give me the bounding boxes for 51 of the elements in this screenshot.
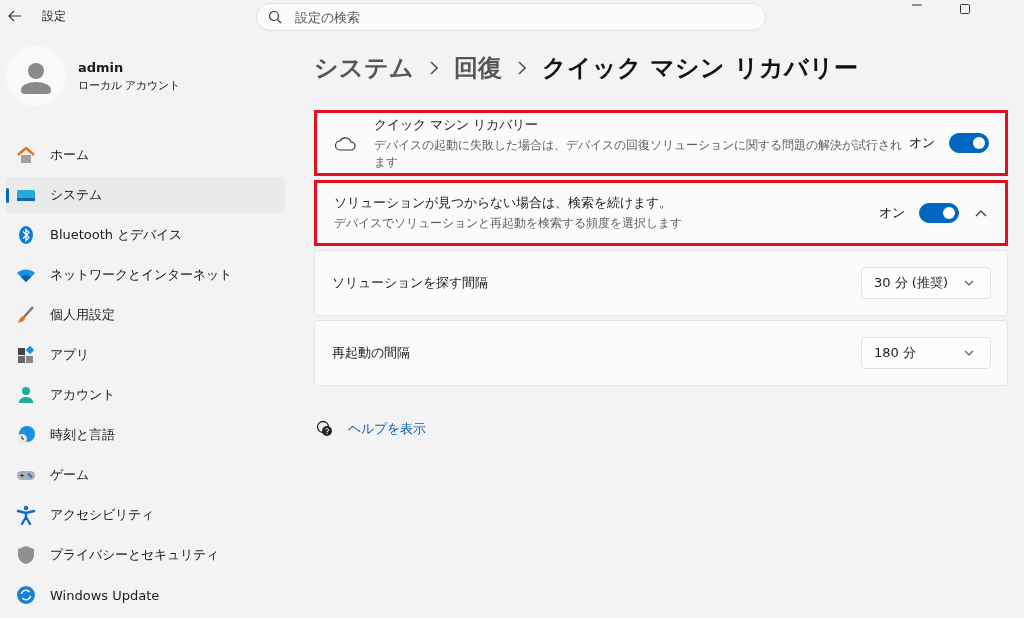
chevron-right-icon — [518, 61, 526, 75]
setting-title: クイック マシン リカバリー — [374, 115, 540, 134]
chevron-up-icon[interactable] — [975, 209, 987, 217]
avatar-icon — [6, 46, 66, 106]
nav-item[interactable]: ネットワークとインターネット — [6, 257, 285, 293]
shield-icon — [16, 545, 36, 565]
caret-icon — [964, 350, 974, 356]
nav-item[interactable]: プライバシーとセキュリティ — [6, 537, 285, 573]
sync-icon — [16, 585, 36, 605]
chevron-right-icon — [430, 61, 438, 75]
accessibility-icon — [16, 505, 36, 525]
toggle-switch[interactable] — [919, 203, 959, 223]
account-type: ローカル アカウント — [78, 77, 181, 93]
account-name: admin — [78, 59, 125, 75]
search-field[interactable]: 設定の検索 — [256, 3, 766, 31]
house-icon — [16, 145, 36, 165]
toggle-switch[interactable] — [949, 133, 989, 153]
setting-title: 再起動の間隔 — [332, 344, 411, 362]
setting-description: デバイスの起動に失敗した場合は、デバイスの回復ソリューションに関する問題の解決が試行されます — [374, 136, 903, 171]
page-title: クイック マシン リカバリー — [542, 53, 858, 84]
help-link[interactable]: ヘルプを表示 — [348, 420, 426, 438]
bluetooth-icon — [16, 225, 36, 245]
search-icon — [268, 10, 282, 24]
nav-item[interactable]: ホーム — [6, 137, 285, 173]
brush-icon — [16, 305, 36, 325]
apps-icon — [16, 345, 36, 365]
nav-item[interactable]: アカウント — [6, 377, 285, 413]
breadcrumb-link[interactable]: 回復 — [454, 52, 502, 84]
nav-item[interactable]: ゲーム — [6, 457, 285, 493]
dropdown[interactable]: 180 分 — [861, 337, 991, 369]
back-arrow-icon[interactable] — [8, 10, 22, 22]
help-chat-icon — [316, 420, 334, 438]
nav-item[interactable]: Bluetooth とデバイス — [6, 217, 285, 253]
setting-description: デバイスでソリューションと再起動を検索する頻度を選択します — [334, 215, 683, 232]
nav-item[interactable]: 時刻と言語 — [6, 417, 285, 453]
caret-icon — [964, 280, 974, 286]
toggle-state-label: オン — [879, 204, 905, 222]
setting-title: ソリューションを探す間隔 — [332, 274, 489, 292]
nav-item[interactable]: システム — [6, 177, 285, 213]
setting-title: ソリューションが見つからない場合は、検索を続けます。 — [334, 194, 673, 212]
person-icon — [16, 385, 36, 405]
maximize-icon[interactable] — [960, 4, 970, 14]
dropdown[interactable]: 30 分 (推奨) — [861, 267, 991, 299]
nav-item[interactable]: 個人用設定 — [6, 297, 285, 333]
breadcrumb-link[interactable]: システム — [314, 52, 414, 84]
nav-item[interactable]: アプリ — [6, 337, 285, 373]
toggle-state-label: オン — [909, 134, 935, 152]
window-title: 設定 — [42, 7, 66, 25]
nav-item[interactable]: アクセシビリティ — [6, 497, 285, 533]
nav-item[interactable]: Windows Update — [6, 577, 285, 613]
globe-clock-icon — [16, 425, 36, 445]
